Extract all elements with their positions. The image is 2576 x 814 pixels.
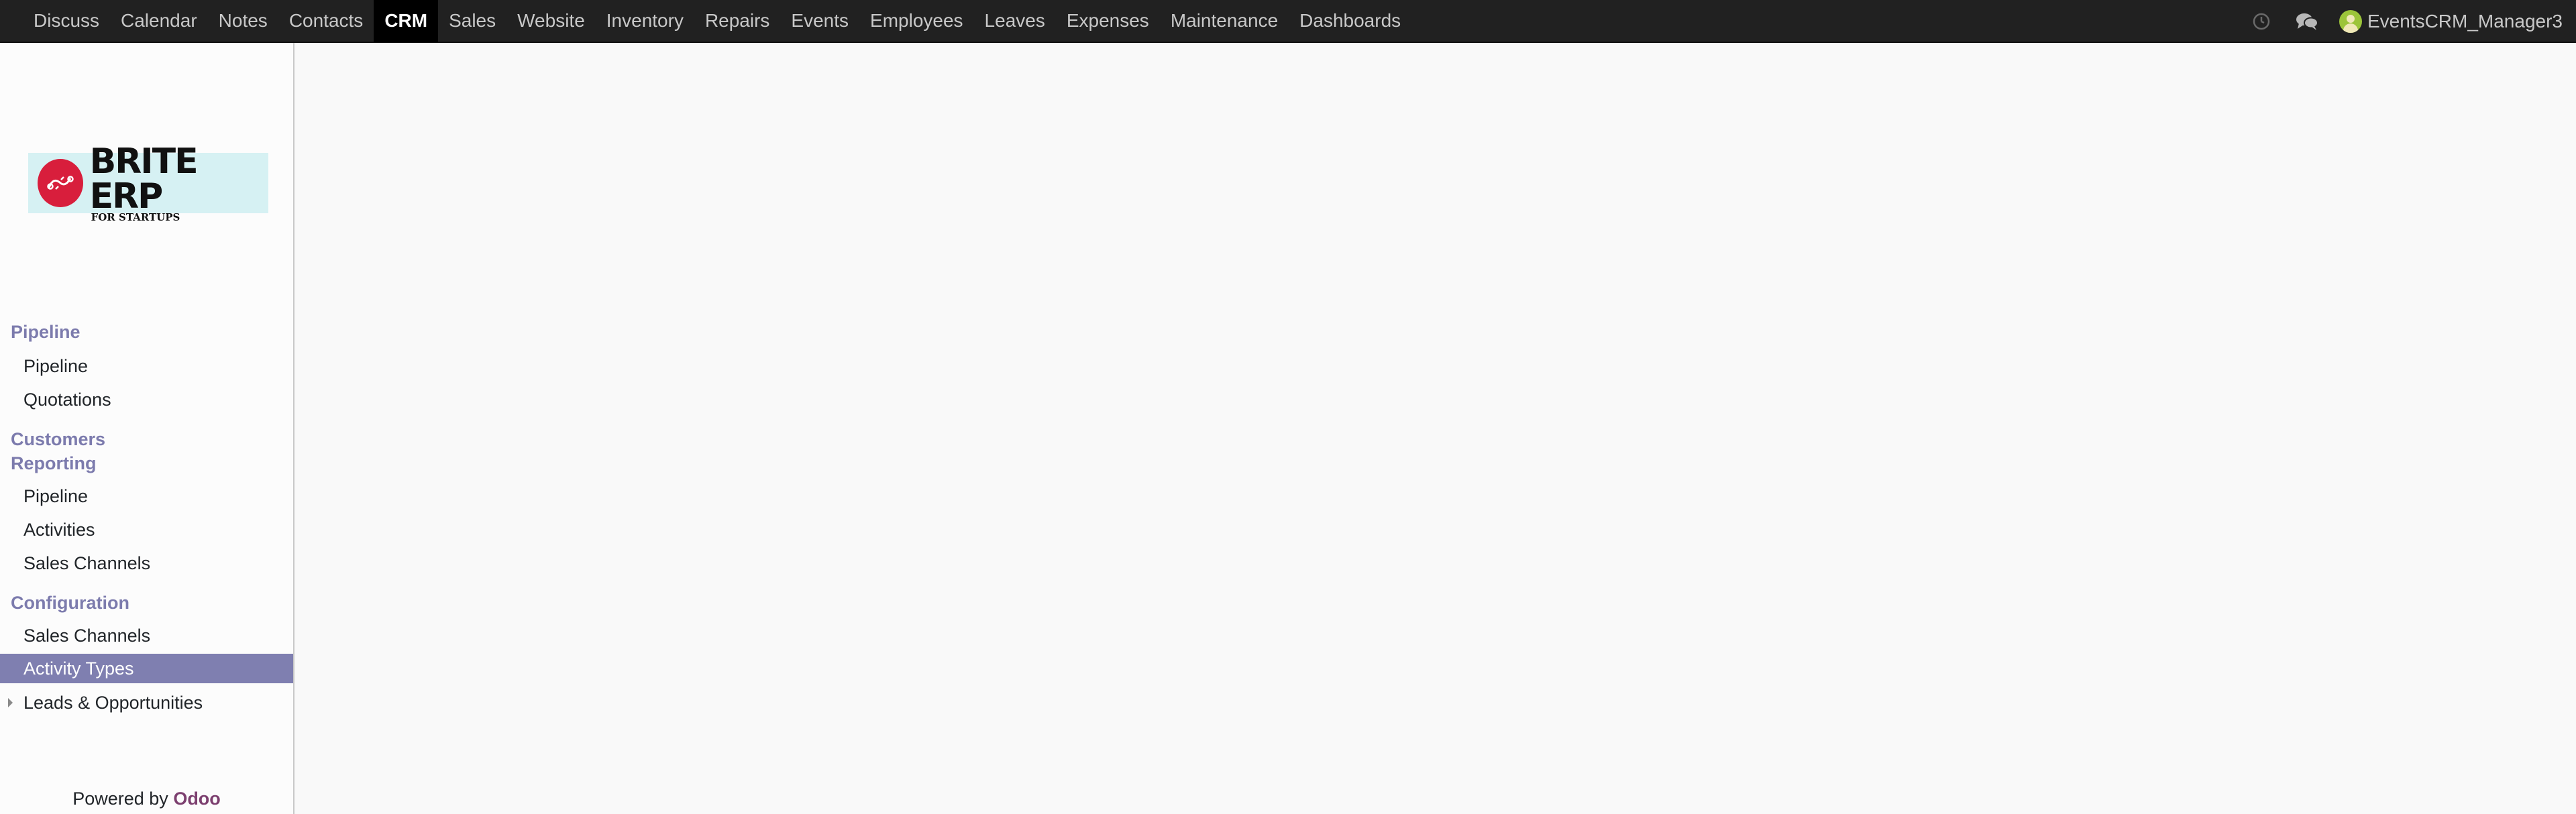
app-discuss[interactable]: Discuss <box>23 0 110 42</box>
app-maintenance[interactable]: Maintenance <box>1160 0 1289 42</box>
caret-right-icon <box>8 698 13 707</box>
systray: EventsCRM_Manager3 <box>2248 0 2563 43</box>
app-inventory[interactable]: Inventory <box>596 0 694 42</box>
app-contacts[interactable]: Contacts <box>278 0 374 42</box>
menu-item-quotations[interactable]: Quotations <box>0 385 293 414</box>
powered-by: Powered by Odoo <box>0 789 293 809</box>
app-leaves[interactable]: Leaves <box>974 0 1056 42</box>
menu-item-reporting-sales-channels[interactable]: Sales Channels <box>0 548 293 578</box>
app-employees[interactable]: Employees <box>859 0 974 42</box>
logo-mark-icon <box>38 159 83 207</box>
app-calendar[interactable]: Calendar <box>110 0 208 42</box>
app-expenses[interactable]: Expenses <box>1056 0 1160 42</box>
menu-item-activity-types[interactable]: Activity Types <box>0 654 293 683</box>
app-dashboards[interactable]: Dashboards <box>1289 0 1411 42</box>
main-content <box>296 43 2576 814</box>
app-menu: Discuss Calendar Notes Contacts CRM Sale… <box>0 0 1411 42</box>
clock-icon[interactable] <box>2248 8 2275 35</box>
section-customers[interactable]: Customers <box>11 429 105 450</box>
logo-subtitle: FOR STARTUPS <box>91 211 180 223</box>
logo-title: BRITE ERP <box>89 141 199 217</box>
app-repairs[interactable]: Repairs <box>694 0 780 42</box>
company-logo[interactable]: BRITE ERP FOR STARTUPS <box>28 144 268 222</box>
user-menu[interactable]: EventsCRM_Manager3 <box>2339 10 2563 33</box>
top-navbar: Discuss Calendar Notes Contacts CRM Sale… <box>0 0 2576 43</box>
section-pipeline[interactable]: Pipeline <box>11 322 80 343</box>
app-notes[interactable]: Notes <box>208 0 278 42</box>
menu-item-config-sales-channels[interactable]: Sales Channels <box>0 621 293 650</box>
chat-bubbles-icon[interactable] <box>2294 8 2320 35</box>
section-configuration[interactable]: Configuration <box>11 593 129 614</box>
menu-item-reporting-pipeline[interactable]: Pipeline <box>0 481 293 511</box>
menu-item-leads-opportunities[interactable]: Leads & Opportunities <box>0 688 293 717</box>
section-reporting[interactable]: Reporting <box>11 453 97 474</box>
app-events[interactable]: Events <box>780 0 859 42</box>
menu-item-activities[interactable]: Activities <box>0 515 293 544</box>
odoo-link[interactable]: Odoo <box>173 789 220 809</box>
menu-item-pipeline[interactable]: Pipeline <box>0 351 293 381</box>
app-sales[interactable]: Sales <box>438 0 506 42</box>
avatar <box>2339 10 2362 33</box>
app-crm[interactable]: CRM <box>374 0 439 42</box>
app-website[interactable]: Website <box>506 0 596 42</box>
sidebar: BRITE ERP FOR STARTUPS Pipeline Pipeline… <box>0 43 294 814</box>
powered-by-label: Powered by <box>72 789 168 809</box>
user-name: EventsCRM_Manager3 <box>2367 11 2563 32</box>
menu-item-label: Leads & Opportunities <box>23 692 203 713</box>
